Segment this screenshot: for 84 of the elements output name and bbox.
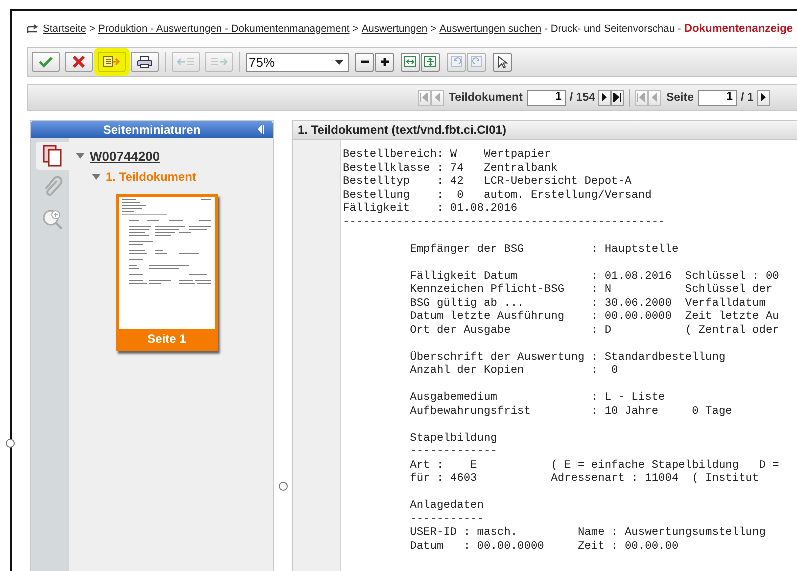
caret-icon	[335, 60, 344, 64]
document-line: Fälligkeit Datum : 01.08.2016 Schlüssel : 00	[410, 270, 780, 284]
splitter-handle[interactable]	[278, 482, 288, 491]
next-page-button[interactable]	[756, 90, 770, 106]
breadcrumb-link[interactable]: Produktion - Auswertungen - Dokumentenmanagement	[98, 24, 350, 34]
fit-width-icon	[404, 56, 417, 68]
page-total: / 154	[570, 92, 596, 104]
document-line: Ort der Ausgabe : D ( Zentral oder	[410, 324, 780, 338]
document-line: Empfänger der BSG : Hauptstelle	[410, 244, 679, 257]
checkmark-icon	[38, 56, 54, 68]
last-icon	[613, 93, 622, 102]
rotate-left-icon	[450, 56, 462, 68]
document-line: Anzahl der Kopien : 0	[410, 365, 618, 378]
last-page-button[interactable]	[611, 90, 624, 106]
navigation-icon	[27, 24, 39, 34]
panel-title: Seitenminiaturen	[103, 122, 201, 136]
pages-tab[interactable]	[36, 142, 69, 170]
document-line: Art : E ( E = einfache Stapelbildung D =	[410, 460, 780, 472]
fit-width-button[interactable]	[401, 52, 420, 72]
confirm-button[interactable]	[32, 52, 60, 72]
document-line: Aufbewahrungsfrist : 10 Jahre 0 Tage	[410, 406, 732, 419]
cancel-button[interactable]	[65, 52, 93, 72]
document-arrow-icon	[103, 56, 121, 68]
document-line: Anlagedaten	[410, 500, 484, 514]
page-number-field[interactable]: 1	[526, 90, 566, 106]
document-line: Bestellklasse : 74 Zentralbank	[343, 162, 558, 176]
first-icon	[637, 93, 646, 102]
triangle-left-icon	[433, 93, 442, 102]
fit-page-button[interactable]	[421, 52, 440, 72]
breadcrumb-link[interactable]: Auswertungen suchen	[440, 24, 542, 34]
expand-arrow-icon[interactable]	[92, 174, 101, 180]
print-button[interactable]	[131, 52, 159, 72]
zoom-out-button[interactable]	[355, 52, 374, 72]
page-label: Seite 1	[119, 329, 215, 348]
document-line: Bestelltyp : 42 LCR-Uebersicht Depot-A	[343, 176, 632, 190]
breadcrumb-separator: >	[90, 24, 96, 34]
breadcrumb-separator: >	[352, 24, 359, 34]
document-line: Ausgabemedium : L - Liste	[410, 392, 666, 406]
triangle-right-icon	[758, 93, 768, 102]
document-line: Bestellbereich: W Wertpapier	[343, 149, 552, 162]
cross-icon	[72, 56, 86, 68]
breadcrumb-link[interactable]: Startseite	[43, 24, 86, 34]
zoom-search-icon	[40, 208, 64, 232]
document-line: Bestellung : 0 autom. Erstellung/Versand	[343, 190, 652, 202]
next-page-button[interactable]	[598, 90, 612, 106]
document-line: Datum letzte Ausführung : 00.00.0000 Zeit letzte Au	[410, 311, 780, 324]
plus-icon	[380, 57, 390, 67]
document-line: ------------------------------------------------	[343, 216, 666, 230]
document-line: Fälligkeit : 01.08.2016	[343, 203, 518, 216]
page-number-field[interactable]: 1	[698, 90, 737, 106]
expand-arrow-icon[interactable]	[76, 153, 85, 159]
pager-label: Teildokument	[449, 92, 523, 104]
document-line: USER-ID : masch. Name : Auswertungsumstellung	[410, 527, 766, 540]
page-total: / 1	[740, 92, 754, 104]
document-line: Datum : 00.00.0000 Zeit : 00.00.00	[410, 540, 679, 554]
triangle-right-icon	[600, 93, 610, 102]
first-icon	[420, 93, 429, 102]
document-line: für : 4603 Adressenart : 11004 ( Institut	[410, 473, 760, 486]
document-line: Kennzeichen Pflicht-BSG : N Schlüssel der	[410, 284, 773, 298]
printer-icon	[137, 56, 153, 68]
breadcrumb-link[interactable]: Auswertungen	[362, 24, 428, 34]
breadcrumb-text: - Druck- und Seitenvorschau -	[544, 24, 682, 34]
fit-page-icon	[424, 56, 437, 68]
arrow-right-icon	[210, 56, 228, 68]
cursor-icon	[496, 56, 508, 68]
pages-icon	[42, 144, 64, 168]
document-line: Überschrift der Auswertung : Standardbestellung	[410, 352, 726, 364]
arrow-left-icon	[177, 56, 195, 68]
pointer-button[interactable]	[493, 52, 512, 72]
document-line: BSG gültig ab ... : 30.06.2000 Verfalldatum	[410, 298, 766, 310]
panel-title: 1. Teildokument (text/vnd.fbt.ci.CI01)	[298, 123, 506, 137]
triangle-left-icon	[650, 93, 660, 102]
rotate-right-icon	[470, 56, 482, 68]
zoom-in-button[interactable]	[375, 52, 394, 72]
breadcrumb-separator: >	[430, 24, 437, 34]
collapse-icon[interactable]	[258, 125, 265, 134]
splitter-handle[interactable]	[6, 439, 15, 448]
pager-label: Seite	[666, 92, 694, 104]
document-line: -------------	[410, 446, 498, 460]
document-line: -----------	[410, 514, 484, 526]
zoom-dropdown[interactable]: 75%	[246, 52, 349, 72]
document-link[interactable]: W00744200	[90, 148, 160, 164]
page-title: Dokumentenanzeige	[684, 23, 794, 35]
document-line: Stapelbildung	[410, 432, 498, 446]
